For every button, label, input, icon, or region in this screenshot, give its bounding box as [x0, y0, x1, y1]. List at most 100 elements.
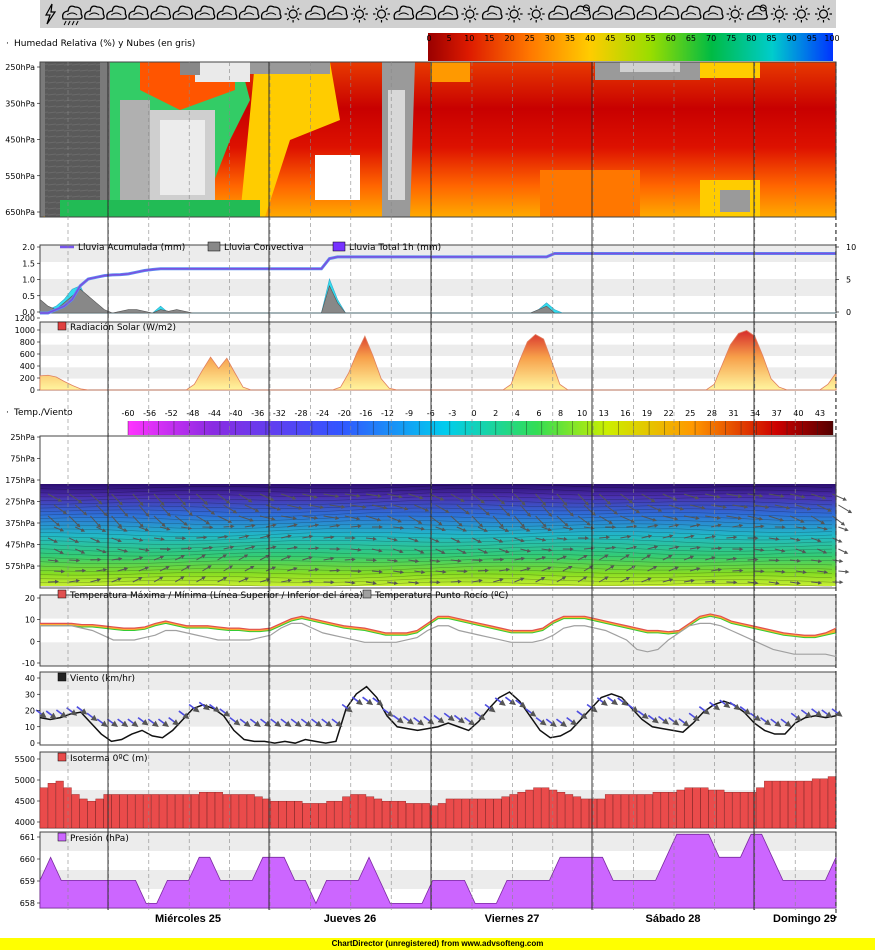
- isotherm-bar: [198, 792, 207, 829]
- isotherm-bar: [772, 780, 781, 829]
- scale-label: 60: [666, 34, 676, 43]
- scale-label: 8: [558, 409, 563, 418]
- isotherm-bar: [764, 780, 773, 829]
- y-tick-label: -10: [22, 659, 35, 668]
- day-label: Sábado 28: [645, 913, 700, 925]
- isotherm-bar: [811, 778, 820, 829]
- y-tick-label: 5500: [15, 755, 35, 764]
- isotherm-bar: [644, 794, 653, 829]
- isotherm-bar: [573, 796, 582, 829]
- scale-label: -56: [143, 409, 156, 418]
- scale-label: -52: [165, 409, 178, 418]
- isotherm-bar: [294, 800, 303, 829]
- scale-label: 70: [706, 34, 716, 43]
- isotherm-bar: [604, 794, 613, 829]
- isotherm-bar: [334, 800, 343, 829]
- isotherm-bar: [238, 794, 247, 829]
- day-label: Jueves 26: [324, 913, 377, 925]
- isotherm-bar: [119, 794, 128, 829]
- scale-label: 28: [707, 409, 717, 418]
- isotherm-bar: [318, 803, 327, 829]
- isotherm-bar: [796, 780, 804, 829]
- isotherm-bar: [143, 794, 152, 829]
- wind-panel: Viento (km/hr) 40 30 20 10 0: [25, 671, 843, 748]
- scale-label: -9: [405, 409, 413, 418]
- scale-label: 40: [793, 409, 803, 418]
- isotherm-bar: [175, 794, 184, 829]
- isotherm-bar: [652, 792, 661, 829]
- solar-panel: Radiación Solar (W/m2) 1200 1000 800 600 400…: [15, 314, 837, 395]
- scale-label: -60: [121, 409, 134, 418]
- scale-label: 50: [625, 34, 635, 43]
- scale-label: 80: [746, 34, 756, 43]
- isotherm-bar: [111, 794, 120, 829]
- pressure-title: Presión (hPa): [70, 833, 129, 844]
- y-tick-label: 600: [20, 350, 35, 359]
- isotherm-bar: [692, 787, 701, 829]
- isotherm-bar: [724, 792, 733, 829]
- isotherm-bar: [469, 798, 478, 829]
- scale-label: -36: [251, 409, 264, 418]
- temperature-panel: Temperatura Máxima / Mínima (Línea Super…: [22, 589, 837, 668]
- tmax-legend: Temperatura Máxima / Mínima (Línea Super…: [69, 591, 363, 601]
- isotherm-bar: [557, 792, 566, 829]
- y-tick-label: 175hPa: [5, 476, 35, 485]
- temp-y-axis: 25hPa 75hPa 175hPa 275hPa 375hPa 475hPa 575hPa: [5, 433, 40, 571]
- scale-label: -3: [448, 409, 456, 418]
- isotherm-title: Isoterma 0ºC (m): [70, 754, 148, 764]
- y-tick-label: 660: [20, 855, 35, 864]
- y-tick-label: 1.0: [22, 276, 35, 285]
- wind-arrow: [344, 557, 356, 562]
- scale-label: -20: [338, 409, 351, 418]
- isotherm-bar: [445, 798, 454, 829]
- scale-label: 55: [646, 34, 656, 43]
- scale-label: 43: [815, 409, 825, 418]
- isotherm-bar: [660, 792, 669, 829]
- isotherm-bar: [183, 794, 192, 829]
- isotherm-bar: [366, 796, 375, 829]
- isotherm-bar: [405, 803, 414, 829]
- isotherm-bar: [819, 778, 828, 829]
- y-tick-label: 350hPa: [5, 99, 35, 108]
- scale-label: 34: [750, 409, 760, 418]
- isotherm-bar: [756, 787, 765, 829]
- isotherm-bar: [191, 794, 200, 829]
- scale-label: 6: [536, 409, 541, 418]
- isotherm-bar: [302, 803, 311, 829]
- isotherm-bar: [55, 780, 64, 829]
- footer: ChartDirector (unregistered) from www.ad…: [0, 938, 875, 950]
- isotherm-bar: [477, 798, 486, 829]
- scale-label: 0: [426, 34, 431, 43]
- y-tick-label: 250hPa: [5, 63, 35, 72]
- isotherm-bar: [135, 794, 144, 829]
- y-tick-label: 25hPa: [10, 433, 35, 442]
- rain-legend-label: Lluvia Convectiva: [224, 243, 304, 253]
- y-tick-label: 40: [25, 674, 35, 683]
- wind-arrow: [838, 569, 850, 574]
- scale-label: -44: [208, 409, 221, 418]
- y-tick-label: 1.5: [22, 259, 35, 268]
- y-tick-label: 550hPa: [5, 172, 35, 181]
- isotherm-bar: [485, 798, 494, 829]
- isotherm-bar: [413, 803, 422, 829]
- scale-label: 100: [824, 34, 839, 43]
- isotherm-bar: [437, 803, 446, 829]
- svg-text:·: ·: [6, 408, 9, 418]
- isotherm-bar: [716, 789, 725, 829]
- scale-label: 13: [599, 409, 609, 418]
- isotherm-bar: [79, 798, 88, 829]
- isotherm-bar: [501, 796, 510, 829]
- wind-title: Viento (km/hr): [70, 674, 135, 684]
- isotherm-bar: [493, 798, 502, 829]
- y-tick-label: 10: [846, 243, 856, 252]
- scale-label: -48: [186, 409, 199, 418]
- svg-text:·: ·: [6, 39, 9, 49]
- isotherm-bar: [581, 798, 590, 829]
- scale-label: -40: [230, 409, 243, 418]
- isotherm-bar: [827, 776, 836, 829]
- isotherm-bar: [87, 800, 96, 829]
- scale-label: 85: [766, 34, 776, 43]
- scale-label: -32: [273, 409, 286, 418]
- isotherm-bar: [803, 780, 812, 829]
- y-tick-label: 4000: [15, 818, 35, 827]
